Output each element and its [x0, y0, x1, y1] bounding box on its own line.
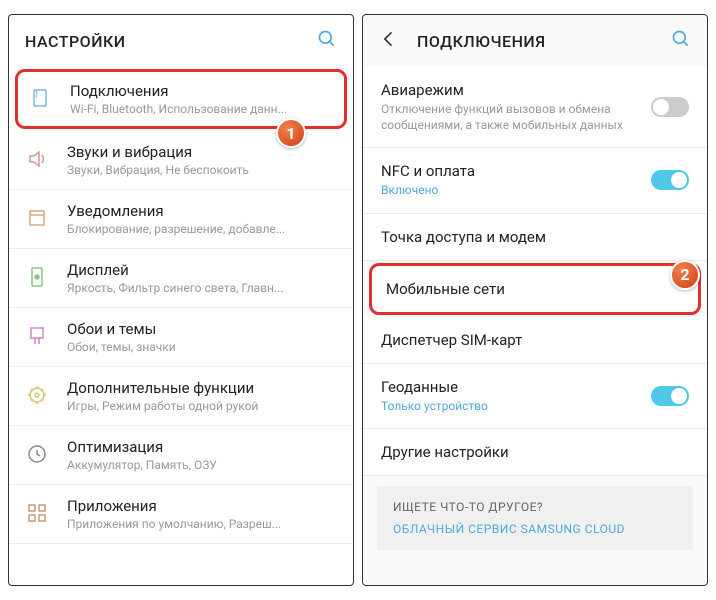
connections-icon	[26, 84, 54, 112]
item-subtitle: Отключение функций вызовов и обмена сооб…	[381, 102, 651, 133]
item-subtitle: Блокирование, разрешение, добавле...	[67, 222, 337, 236]
item-hotspot[interactable]: Точка доступа и модем	[363, 214, 707, 261]
location-toggle[interactable]	[651, 386, 689, 406]
item-title: Уведомления	[67, 202, 337, 220]
item-subtitle: Включено	[381, 183, 651, 199]
item-title: Авиарежим	[381, 81, 651, 99]
airplane-toggle[interactable]	[651, 97, 689, 117]
item-title: Точка доступа и модем	[381, 228, 689, 246]
apps-icon	[23, 499, 51, 527]
item-title: Диспетчер SIM-карт	[381, 331, 689, 349]
item-sim-manager[interactable]: Диспетчер SIM-карт	[363, 317, 707, 364]
item-other-settings[interactable]: Другие настройки	[363, 429, 707, 476]
item-mobile-networks[interactable]: Мобильные сети 2	[369, 263, 701, 315]
item-subtitle: Обои, темы, значки	[67, 340, 337, 354]
item-subtitle: Приложения по умолчанию, Разреш...	[67, 517, 337, 531]
footer-question: ИЩЕТЕ ЧТО-ТО ДРУГОЕ?	[393, 500, 677, 514]
item-title: Дисплей	[67, 261, 337, 279]
item-title: Обои и темы	[67, 320, 337, 338]
item-subtitle: Яркость, Фильтр синего света, Главн...	[67, 281, 337, 295]
header: НАСТРОЙКИ	[9, 15, 353, 67]
settings-item-notifications[interactable]: Уведомления Блокирование, разрешение, до…	[9, 190, 353, 249]
search-icon[interactable]	[671, 29, 691, 53]
settings-item-optimization[interactable]: Оптимизация Аккумулятор, Память, ОЗУ	[9, 426, 353, 485]
item-location[interactable]: Геоданные Только устройство	[363, 364, 707, 430]
settings-item-advanced[interactable]: Дополнительные функции Игры, Режим работ…	[9, 367, 353, 426]
sound-icon	[23, 145, 51, 173]
settings-item-apps[interactable]: Приложения Приложения по умолчанию, Разр…	[9, 485, 353, 544]
settings-item-connections[interactable]: Подключения Wi-Fi, Bluetooth, Использова…	[15, 69, 347, 129]
header: ПОДКЛЮЧЕНИЯ	[363, 15, 707, 67]
item-title: NFC и оплата	[381, 162, 651, 180]
optimization-icon	[23, 440, 51, 468]
item-title: Мобильные сети	[386, 280, 684, 298]
item-subtitle: Звуки, Вибрация, Не беспокоить	[67, 163, 337, 177]
item-airplane-mode[interactable]: Авиарежим Отключение функций вызовов и о…	[363, 67, 707, 148]
item-title: Геоданные	[381, 378, 651, 396]
settings-item-wallpaper[interactable]: Обои и темы Обои, темы, значки	[9, 308, 353, 367]
step-badge-1: 1	[276, 118, 306, 148]
advanced-icon	[23, 381, 51, 409]
item-subtitle: Только устройство	[381, 399, 651, 415]
settings-screen: НАСТРОЙКИ Подключения Wi-Fi, Bluetooth, …	[8, 14, 354, 586]
search-icon[interactable]	[317, 29, 337, 53]
connections-screen: ПОДКЛЮЧЕНИЯ Авиарежим Отключение функций…	[362, 14, 708, 586]
notifications-icon	[23, 204, 51, 232]
item-nfc[interactable]: NFC и оплата Включено	[363, 148, 707, 214]
settings-item-display[interactable]: Дисплей Яркость, Фильтр синего света, Гл…	[9, 249, 353, 308]
item-subtitle: Wi-Fi, Bluetooth, Использование данн...	[70, 102, 334, 116]
wallpaper-icon	[23, 322, 51, 350]
item-title: Дополнительные функции	[67, 379, 337, 397]
footer-suggestion: ИЩЕТЕ ЧТО-ТО ДРУГОЕ? ОБЛАЧНЫЙ СЕРВИС SAM…	[377, 486, 693, 550]
step-badge-2: 2	[670, 260, 700, 290]
item-subtitle: Игры, Режим работы одной рукой	[67, 399, 337, 413]
back-icon[interactable]	[379, 29, 399, 53]
item-title: Другие настройки	[381, 443, 689, 461]
connections-list: Авиарежим Отключение функций вызовов и о…	[363, 67, 707, 585]
settings-list: Подключения Wi-Fi, Bluetooth, Использова…	[9, 67, 353, 585]
item-title: Подключения	[70, 82, 334, 100]
footer-link[interactable]: ОБЛАЧНЫЙ СЕРВИС SAMSUNG CLOUD	[393, 522, 677, 536]
item-subtitle: Аккумулятор, Память, ОЗУ	[67, 458, 337, 472]
nfc-toggle[interactable]	[651, 170, 689, 190]
display-icon	[23, 263, 51, 291]
page-title: ПОДКЛЮЧЕНИЯ	[417, 32, 671, 51]
item-title: Приложения	[67, 497, 337, 515]
page-title: НАСТРОЙКИ	[25, 32, 317, 51]
item-title: Оптимизация	[67, 438, 337, 456]
